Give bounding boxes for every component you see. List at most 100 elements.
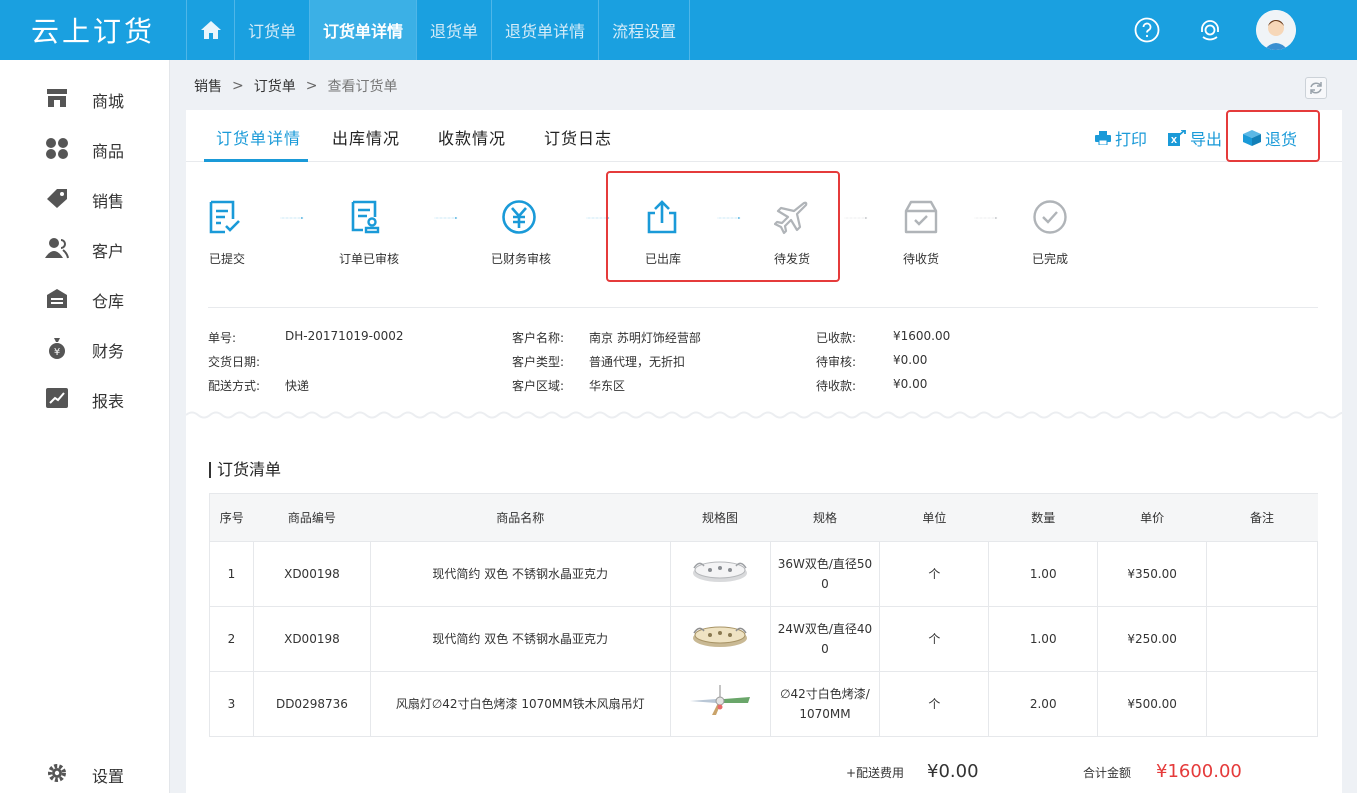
support-button[interactable] bbox=[1196, 16, 1224, 44]
breadcrumb-sales[interactable]: 销售 bbox=[194, 76, 222, 96]
avatar-icon bbox=[1256, 10, 1296, 50]
shipping-fee-label: +配送费用 bbox=[846, 766, 905, 780]
sidebar-item-label: 客户 bbox=[92, 242, 125, 261]
spec-line: ∅42寸白色烤漆/ bbox=[780, 687, 870, 701]
step-arrow bbox=[974, 217, 998, 219]
step-order-reviewed-icon bbox=[348, 199, 384, 235]
received-value: ¥1600.00 bbox=[893, 329, 951, 343]
step-arrow bbox=[280, 217, 304, 219]
tab-payments[interactable]: 收款情况 bbox=[438, 125, 506, 149]
cell-spec: 36W双色/直径50 0 bbox=[769, 541, 881, 607]
nav-workflow-settings[interactable]: 流程设置 bbox=[598, 0, 691, 60]
top-nav: 订货单 订货单详情 退货单 退货单详情 流程设置 bbox=[186, 0, 691, 60]
print-button[interactable]: 打印 bbox=[1095, 126, 1147, 150]
total-amount-value: ¥1600.00 bbox=[1156, 761, 1242, 782]
sidebar-item-label: 商品 bbox=[92, 142, 125, 161]
home-icon bbox=[200, 21, 221, 39]
shipping-fee-value: ¥0.00 bbox=[927, 761, 979, 782]
export-label: 导出 bbox=[1190, 130, 1223, 149]
refresh-button[interactable] bbox=[1305, 77, 1327, 99]
sidebar-item-finance[interactable]: ¥ 财务 bbox=[0, 327, 170, 367]
spec-line: 1070MM bbox=[799, 707, 851, 721]
col-header-unit: 单位 bbox=[879, 493, 989, 542]
step-submitted-label: 已提交 bbox=[209, 252, 246, 266]
delivery-date-label: 交货日期: bbox=[208, 355, 261, 369]
table-header-row: 序号 商品编号 商品名称 规格图 规格 单位 数量 单价 备注 bbox=[209, 493, 1318, 542]
export-button[interactable]: X 导出 bbox=[1168, 126, 1222, 150]
refresh-icon bbox=[1310, 82, 1322, 94]
ceiling-light-thumbnail[interactable] bbox=[690, 556, 750, 586]
breadcrumb-order-list[interactable]: 订货单 bbox=[254, 76, 296, 96]
sidebar-item-label: 销售 bbox=[92, 192, 125, 211]
sidebar-item-products[interactable]: 商品 bbox=[0, 127, 170, 167]
sidebar-item-label: 仓库 bbox=[92, 292, 125, 311]
tab-order-detail[interactable]: 订货单详情 bbox=[216, 125, 301, 149]
breadcrumb: 销售 > 订货单 > 查看订货单 bbox=[194, 76, 397, 96]
table-row[interactable]: 1 XD00198 现代简约 双色 不锈钢水晶亚克力 36W双色/直径50 0 个… bbox=[209, 541, 1318, 607]
table-row[interactable]: 3 DD0298736 风扇灯∅42寸白色烤漆 1070MM铁木风扇吊灯 ∅42… bbox=[209, 671, 1318, 737]
cell-unit: 个 bbox=[879, 541, 990, 607]
cell-code: DD0298736 bbox=[252, 671, 371, 737]
app-logo[interactable]: 云上订货 bbox=[0, 0, 186, 60]
ceiling-light-thumbnail[interactable] bbox=[690, 621, 750, 651]
nav-order-detail[interactable]: 订货单详情 bbox=[309, 0, 417, 60]
return-highlight-box bbox=[1226, 110, 1320, 162]
received-label: 已收款: bbox=[816, 331, 857, 345]
order-items-table: 序号 商品编号 商品名称 规格图 规格 单位 数量 单价 备注 1 XD0019… bbox=[209, 493, 1318, 737]
user-icon bbox=[45, 237, 69, 259]
nav-return-detail[interactable]: 退货单详情 bbox=[491, 0, 598, 60]
col-header-no: 序号 bbox=[209, 493, 254, 542]
sidebar-item-sales[interactable]: 销售 bbox=[0, 177, 170, 217]
tab-outbound[interactable]: 出库情况 bbox=[332, 125, 400, 149]
spec-line: 0 bbox=[821, 577, 829, 591]
nav-return-list[interactable]: 退货单 bbox=[416, 0, 491, 60]
col-header-spec: 规格 bbox=[770, 493, 880, 542]
step-finance-reviewed-icon bbox=[501, 199, 537, 235]
shipping-method-value: 快递 bbox=[285, 379, 310, 393]
step-pending-receipt-icon bbox=[903, 199, 939, 235]
svg-text:¥: ¥ bbox=[54, 347, 60, 358]
col-header-image: 规格图 bbox=[670, 493, 770, 542]
home-button[interactable] bbox=[186, 0, 234, 60]
tab-order-log[interactable]: 订货日志 bbox=[544, 125, 612, 149]
step-submitted-icon bbox=[206, 199, 242, 235]
export-icon: X bbox=[1168, 130, 1186, 146]
table-row[interactable]: 2 XD00198 现代简约 双色 不锈钢水晶亚克力 24W双色/直径40 0 个… bbox=[209, 606, 1318, 672]
sidebar-item-label: 报表 bbox=[92, 392, 125, 411]
active-tab-indicator bbox=[204, 159, 308, 162]
breadcrumb-separator: > bbox=[232, 78, 244, 94]
print-label: 打印 bbox=[1115, 130, 1148, 149]
user-avatar[interactable] bbox=[1256, 10, 1296, 50]
col-header-note: 备注 bbox=[1206, 493, 1318, 542]
cell-no: 2 bbox=[209, 606, 254, 672]
gear-icon bbox=[45, 762, 69, 784]
sidebar-item-settings[interactable]: 设置 bbox=[0, 752, 170, 792]
top-bar: 云上订货 订货单 订货单详情 退货单 退货单详情 流程设置 bbox=[0, 0, 1357, 60]
pending-receive-value: ¥0.00 bbox=[893, 377, 928, 391]
sidebar-item-customers[interactable]: 客户 bbox=[0, 227, 170, 267]
help-button[interactable] bbox=[1133, 16, 1161, 44]
cell-spec: 24W双色/直径40 0 bbox=[769, 606, 881, 672]
headset-icon bbox=[1201, 20, 1219, 41]
sidebar-item-store[interactable]: 商城 bbox=[0, 77, 170, 117]
order-detail-panel: 订货单详情 出库情况 收款情况 订货日志 打印 X 导出 退货 已提交 订单已审… bbox=[186, 110, 1342, 793]
cell-unit: 个 bbox=[879, 671, 990, 737]
col-header-code: 商品编号 bbox=[253, 493, 371, 542]
pending-receive-label: 待收款: bbox=[816, 379, 857, 393]
sidebar-item-reports[interactable]: 报表 bbox=[0, 377, 170, 417]
sidebar-item-warehouse[interactable]: 仓库 bbox=[0, 277, 170, 317]
spec-line: 36W双色/直径50 bbox=[777, 557, 873, 571]
cell-note bbox=[1206, 606, 1318, 672]
step-order-reviewed-label: 订单已审核 bbox=[339, 252, 400, 266]
fan-light-thumbnail[interactable] bbox=[688, 685, 752, 717]
sidebar-item-label: 财务 bbox=[92, 342, 125, 361]
order-no-label: 单号: bbox=[208, 331, 237, 345]
cell-price: ¥250.00 bbox=[1097, 606, 1208, 672]
customer-type-label: 客户类型: bbox=[512, 355, 565, 369]
cell-qty: 2.00 bbox=[988, 671, 1099, 737]
cell-price: ¥500.00 bbox=[1097, 671, 1208, 737]
cell-note bbox=[1206, 541, 1318, 607]
printer-icon bbox=[1095, 131, 1111, 145]
nav-order-list[interactable]: 订货单 bbox=[234, 0, 309, 60]
cell-image bbox=[669, 606, 771, 672]
